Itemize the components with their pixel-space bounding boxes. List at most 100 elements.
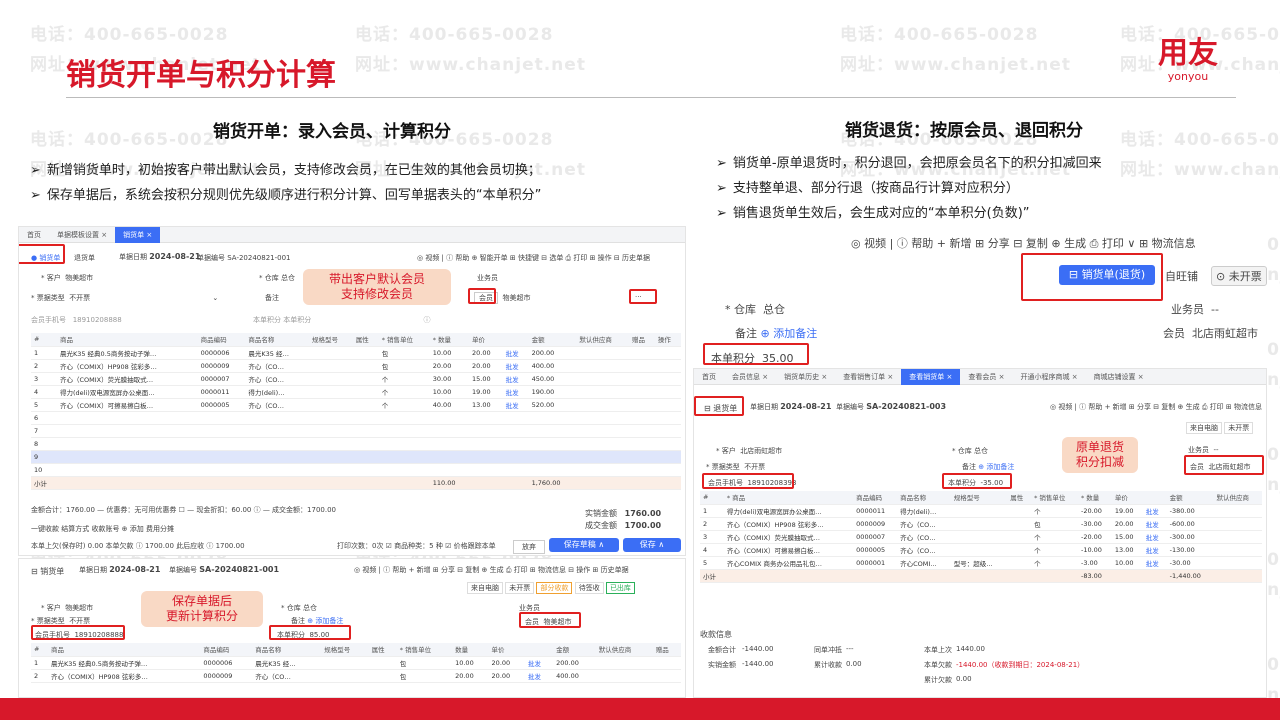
table-cell — [352, 372, 379, 386]
info-cell: 1440.00 — [956, 645, 985, 653]
tab-home[interactable]: 首页 — [19, 227, 49, 243]
column-header: 默认供应商 — [595, 643, 653, 657]
column-header: 商品名称 — [897, 491, 951, 505]
table-cell — [469, 463, 503, 477]
doc-toolbar[interactable]: ◎ 视频 | ⓘ 帮助 + 新增 ⊞ 分享 ⊟ 复制 ⊕ 生成 ⎙ 打印 ⊞ 物… — [354, 565, 629, 575]
table-row[interactable]: 3 齐心（COMIX）荧光膜抽取式… 0000007 齐心（CO… 个 30.00 15.0… — [31, 372, 681, 386]
saved-items-table: # 商品 商品编码 商品名称 规格型号 属性 * 销售单位 数量 单价 金额 默认供应商 赠品 1 晨光… — [31, 643, 681, 683]
save-draft-button[interactable]: 保存草稿 ∧ — [549, 538, 619, 552]
doc-toolbar[interactable]: ◎ 视频 | ⓘ 帮助 ⊕ 智能开单 ⊞ 快捷键 ⊟ 选单 ⎙ 打印 ⊞ 操作 … — [417, 253, 650, 263]
doc-toolbar[interactable]: ◎ 视频 | ⓘ 帮助 + 新增 ⊞ 分享 ⊟ 复制 ⊕ 生成 ⎙ 打印 ⊞ 物… — [1050, 402, 1262, 412]
table-cell: 20.00 — [469, 359, 503, 373]
table-cell — [654, 359, 681, 373]
table-cell — [378, 476, 430, 490]
table-cell — [654, 372, 681, 386]
member-phone-field[interactable]: 会员手机号 18910208888 — [31, 315, 122, 325]
table-cell: 晨光K35 经… — [245, 346, 310, 360]
tab-sales-doc[interactable]: 销货单 × — [115, 227, 161, 243]
table-cell: 0000011 — [197, 385, 246, 399]
tab[interactable]: 查看销售订单 × — [835, 369, 901, 385]
table-row[interactable]: 4 齐心（COMIX）可擦易擦白板… 0000005 齐心（CO… 个 -10.00 13.… — [700, 543, 1262, 557]
tab[interactable]: 会员信息 × — [724, 369, 776, 385]
table-cell: 齐心（COMIX）HP908 弦彩多… — [723, 517, 854, 531]
table-row[interactable]: 2 齐心（COMIX）HP908 弦彩多… 0000009 齐心（CO… 包 -30.00… — [700, 517, 1262, 531]
doc-date: 单据日期 2024-08-21 — [119, 252, 201, 261]
table-row[interactable]: 1 晨光K35 经典0.5商务按动子弹… 0000006 晨光K35 经… 包 10.00… — [31, 656, 681, 670]
table-row[interactable]: 1 得力(deli)双电源宽屏办公桌面… 0000011 得力(deli)… 个 -20.… — [700, 504, 1262, 518]
zoom-toolbar[interactable]: ◎ 视频 | ⓘ 帮助 + 新增 ⊞ 分享 ⊟ 复制 ⊕ 生成 ⎙ 打印 ∨ ⊞… — [851, 235, 1196, 251]
title-divider — [66, 97, 1236, 98]
column-header: 属性 — [1007, 491, 1032, 505]
table-cell — [628, 398, 655, 412]
table-cell — [654, 463, 681, 477]
highlight-member-phone — [31, 625, 125, 640]
table-cell: 个 — [378, 398, 430, 412]
table-cell: 齐心（CO… — [245, 359, 310, 373]
table-cell — [576, 437, 629, 451]
table-cell — [197, 437, 246, 451]
table-cell — [321, 669, 369, 683]
doc-type-return[interactable]: 退货单 — [74, 253, 95, 263]
table-cell — [245, 476, 310, 490]
table-cell: -20.00 — [1077, 530, 1112, 544]
column-header: 商品 — [47, 643, 201, 657]
ticket-field[interactable]: * 票据类型 不开票 ⌄ — [31, 293, 218, 303]
column-header: * 数量 — [429, 333, 469, 347]
table-cell: 200.00 — [553, 656, 596, 670]
table-cell: 齐心（COMIX）HP908 弦彩多… — [47, 669, 201, 683]
table-row[interactable]: 1 晨光K35 经典0.5商务按动子弹… 0000006 晨光K35 经… 包 10.00… — [31, 346, 681, 360]
column-header: # — [31, 643, 48, 657]
abandon-button[interactable]: 放弃 — [513, 540, 545, 554]
table-cell: 得力(deli)… — [245, 385, 310, 399]
arrow-icon: ➢ — [716, 156, 727, 171]
table-cell — [853, 569, 898, 583]
warehouse-field[interactable]: * 仓库 总仓 — [259, 273, 295, 283]
settle-line[interactable]: 一键收款 结算方式 收款账号 ⊕ 添加 费用分摊 — [31, 524, 174, 534]
sales-items-table: # 商品 商品编码 商品名称 规格型号 属性 * 销售单位 * 数量 单价 金额 默认供应商 赠品 操作… — [31, 333, 681, 490]
table-cell: 10.00 — [429, 346, 469, 360]
salesman-field[interactable]: 业务员 — [477, 273, 498, 283]
table-row[interactable]: 7 — [31, 424, 681, 438]
tab[interactable]: 商城店铺设置 × — [1086, 369, 1152, 385]
table-cell: -83.00 — [1077, 569, 1112, 583]
table-cell — [1213, 517, 1262, 531]
watermark-phone: 电话：400-665-0028 — [355, 25, 554, 45]
table-row[interactable]: 8 — [31, 437, 681, 451]
table-cell — [1111, 569, 1143, 583]
table-row[interactable]: 6 — [31, 411, 681, 425]
table-row[interactable]: 5 齐心COMIX 商务办公用品礼包… 0000001 齐心COMI… 型号：超级… 个 -… — [700, 556, 1262, 570]
remark-field[interactable]: 备注 ⊕ 添加备注 — [962, 462, 1014, 472]
remark-field[interactable]: 备注 ⊕ 添加备注 — [735, 325, 817, 341]
tab[interactable]: 销货单历史 × — [776, 369, 835, 385]
table-cell: 110.00 — [429, 476, 469, 490]
save-button[interactable]: 保存 ∧ — [623, 538, 681, 552]
bottom-line: 本单上欠(保存时) 0.00 本单欠款 ⓘ 1700.00 此后应收 ⓘ 170… — [31, 542, 245, 550]
table-cell — [528, 424, 577, 438]
table-row[interactable]: 4 得力(deli)双电源宽屏办公桌面… 0000011 得力(deli)… 个 10.0… — [31, 385, 681, 399]
table-cell — [368, 669, 397, 683]
table-row[interactable]: 3 齐心（COMIX）荧光膜抽取式… 0000007 齐心（CO… 个 -20.00 15.… — [700, 530, 1262, 544]
table-cell — [628, 359, 655, 373]
table-cell: 得力(deli)双电源宽屏办公桌面… — [56, 385, 198, 399]
tab[interactable]: 查看销货单 × — [901, 369, 961, 385]
table-cell — [528, 411, 577, 425]
arrow-icon: ➢ — [716, 181, 727, 196]
table-row[interactable]: 9 — [31, 450, 681, 464]
customer-field[interactable]: * 客户 物美超市 — [41, 273, 93, 283]
table-row[interactable]: 5 齐心（COMIX）可擦易擦白板… 0000005 齐心（CO… 个 40.00 13.0… — [31, 398, 681, 412]
table-row[interactable]: 2 齐心（COMIX）HP908 弦彩多… 0000009 齐心（CO… 包 20.00 2… — [31, 669, 681, 683]
table-row[interactable]: 2 齐心（COMIX）HP908 弦彩多… 0000009 齐心（CO… 包 20.00 2… — [31, 359, 681, 373]
table-cell — [576, 398, 629, 412]
table-row[interactable]: 10 — [31, 463, 681, 477]
tab[interactable]: 开通小程序商城 × — [1012, 369, 1085, 385]
remark-field[interactable]: 备注 — [265, 293, 279, 303]
tab[interactable]: 查看会员 × — [960, 369, 1012, 385]
table-cell — [56, 450, 198, 464]
table-cell: 得力(deli)双电源宽屏办公桌面… — [723, 504, 854, 518]
tab-template[interactable]: 单据模板设置 × — [49, 227, 115, 243]
table-cell — [469, 450, 503, 464]
table-cell: 0000005 — [197, 398, 246, 412]
print-line[interactable]: 打印次数：0次 ☑ 商品种类：5 种 ☑ 价格跟踪本单 — [337, 541, 496, 551]
table-cell: 0000005 — [853, 543, 898, 557]
tab[interactable]: 首页 — [694, 369, 724, 385]
